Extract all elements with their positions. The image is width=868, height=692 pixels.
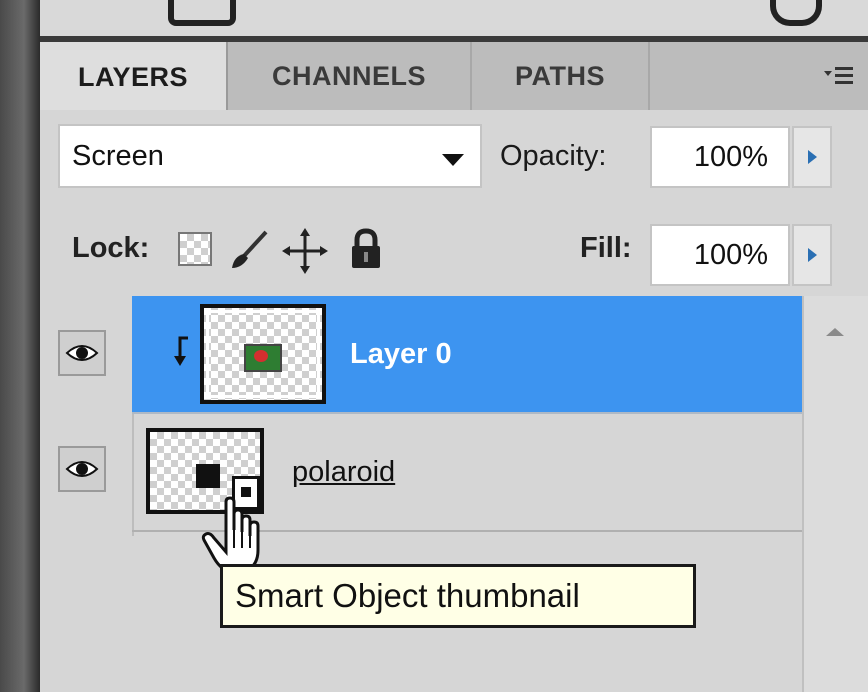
fill-stepper[interactable] (792, 224, 832, 286)
tooltip: Smart Object thumbnail (220, 564, 696, 628)
scroll-up-icon[interactable] (826, 328, 844, 336)
lock-transparency-icon[interactable] (178, 232, 212, 266)
layer-thumbnail[interactable] (200, 304, 326, 404)
eye-icon[interactable] (58, 446, 106, 492)
workspace-edge (0, 0, 40, 692)
layers-list: Layer 0 polaroid Smart Object thumbnail (40, 296, 868, 692)
layers-panel: LAYERS CHANNELS PATHS Screen Opacity: 10… (40, 0, 868, 692)
stepper-arrow-icon (807, 248, 817, 262)
fill-label: Fill: (580, 232, 632, 264)
tool-icon[interactable] (168, 0, 236, 26)
lock-paint-icon[interactable] (226, 228, 270, 272)
lock-label: Lock: (72, 232, 150, 264)
fill-input[interactable]: 100% (650, 224, 790, 286)
dropdown-arrow-icon (442, 154, 464, 166)
toolbar-remnant (40, 0, 868, 36)
tab-layers[interactable]: LAYERS (40, 42, 228, 112)
tool-icon[interactable] (770, 0, 822, 26)
clip-arrow-icon (170, 336, 192, 368)
tab-paths[interactable]: PATHS (472, 42, 650, 110)
blend-options-row: Screen Opacity: 100% (40, 110, 868, 206)
layer-name[interactable]: Layer 0 (350, 338, 452, 371)
opacity-input[interactable]: 100% (650, 126, 790, 188)
tab-channels[interactable]: CHANNELS (228, 42, 472, 110)
panel-menu-icon[interactable] (822, 62, 856, 90)
eye-icon[interactable] (58, 330, 106, 376)
stepper-arrow-icon (807, 150, 817, 164)
tab-bar: LAYERS CHANNELS PATHS (40, 42, 868, 112)
layer-row-layer-0[interactable]: Layer 0 (132, 296, 802, 412)
lock-move-icon[interactable] (280, 226, 330, 276)
layer-name[interactable]: polaroid (292, 456, 395, 489)
visibility-column (40, 296, 134, 536)
opacity-stepper[interactable] (792, 126, 832, 188)
lock-all-icon[interactable] (346, 226, 386, 272)
blend-mode-value: Screen (72, 139, 164, 172)
blend-mode-select[interactable]: Screen (58, 124, 482, 188)
opacity-label: Opacity: (500, 140, 607, 172)
layers-scrollbar[interactable] (802, 296, 868, 692)
lock-row: Lock: Fill: 100% (40, 204, 868, 298)
